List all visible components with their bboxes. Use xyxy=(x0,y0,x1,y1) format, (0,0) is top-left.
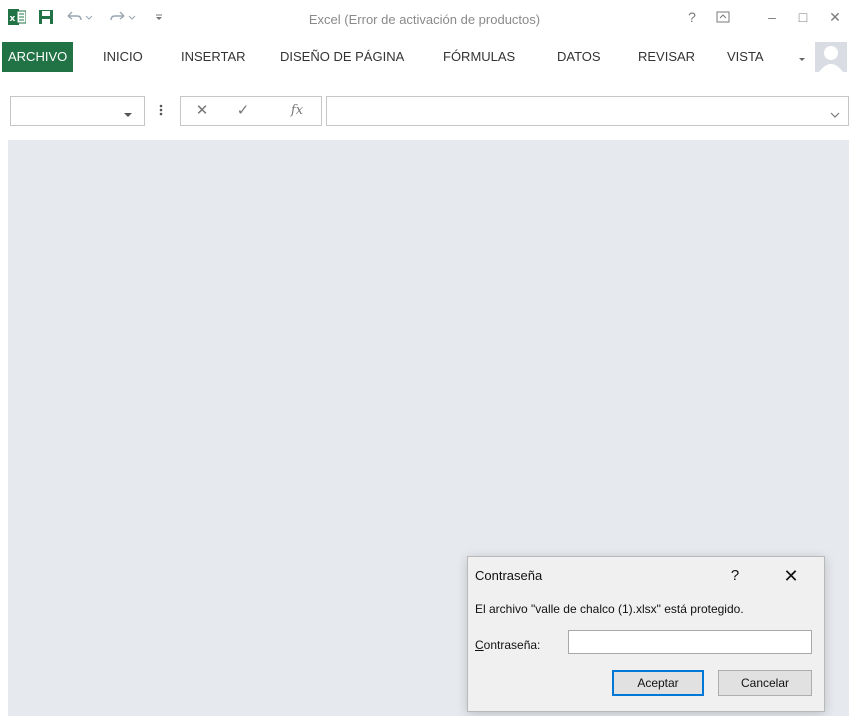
tab-datos[interactable]: DATOS xyxy=(551,42,607,72)
maximize-button[interactable]: □ xyxy=(790,6,816,28)
formula-input[interactable] xyxy=(326,96,849,126)
password-input[interactable] xyxy=(568,630,812,654)
dialog-close-button[interactable]: ✕ xyxy=(779,565,803,587)
title-bar: x Excel (Error de activación de producto… xyxy=(0,0,849,36)
dialog-help-button[interactable]: ? xyxy=(724,565,746,587)
tab-insertar[interactable]: INSERTAR xyxy=(175,42,252,72)
ok-button[interactable]: Aceptar xyxy=(612,670,704,696)
minimize-button[interactable]: – xyxy=(759,6,785,28)
more-options-icon[interactable] xyxy=(155,96,167,124)
ribbon-display-options-icon[interactable] xyxy=(710,6,736,28)
dialog-message: El archivo "valle de chalco (1).xlsx" es… xyxy=(475,602,744,616)
expand-formula-icon[interactable] xyxy=(830,106,840,124)
password-label-accelerator: C xyxy=(475,638,484,652)
tab-diseno-de-pagina[interactable]: DISEÑO DE PÁGINA xyxy=(274,42,410,72)
cancel-entry-icon[interactable]: ✕ xyxy=(190,96,214,124)
formula-bar: ✕ ✓ fx xyxy=(0,90,849,134)
password-label-text: ontraseña: xyxy=(483,638,541,652)
tab-vista[interactable]: VISTA xyxy=(721,42,770,72)
insert-function-icon[interactable]: fx xyxy=(284,96,310,124)
help-button[interactable]: ? xyxy=(679,6,705,28)
tab-inicio[interactable]: INICIO xyxy=(97,42,149,72)
name-box-dropdown-icon[interactable] xyxy=(123,106,133,124)
tab-revisar[interactable]: REVISAR xyxy=(632,42,701,72)
tab-archivo[interactable]: ARCHIVO xyxy=(2,42,74,72)
cancel-button[interactable]: Cancelar xyxy=(718,670,812,696)
tab-formulas[interactable]: FÓRMULAS xyxy=(437,42,521,72)
ribbon-tabs: ARCHIVO INICIO INSERTAR DISEÑO DE PÁGINA… xyxy=(0,38,849,78)
user-avatar-icon[interactable] xyxy=(815,42,847,72)
close-button[interactable]: ✕ xyxy=(822,6,848,28)
password-dialog: Contraseña ? ✕ El archivo "valle de chal… xyxy=(467,556,825,712)
name-box[interactable] xyxy=(10,96,145,126)
password-label: Contraseña: xyxy=(475,638,540,652)
enter-entry-icon[interactable]: ✓ xyxy=(231,96,255,124)
chevron-down-icon[interactable] xyxy=(797,52,807,62)
dialog-title: Contraseña xyxy=(475,568,543,583)
